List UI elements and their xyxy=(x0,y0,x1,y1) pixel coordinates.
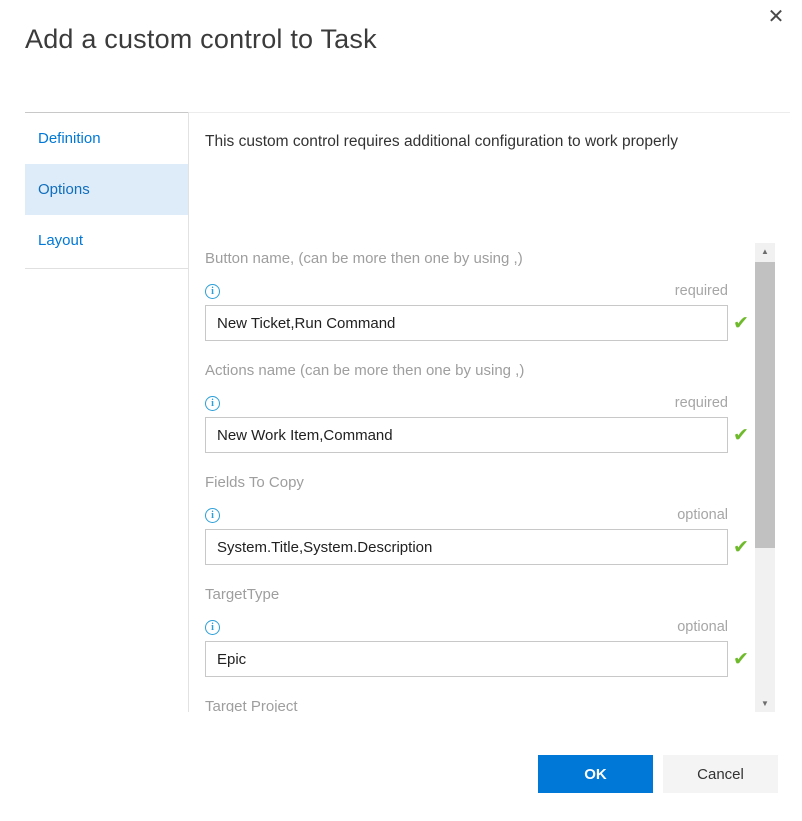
dialog-footer: OK Cancel xyxy=(538,755,778,793)
field-target-type: TargetType i optional ✔ xyxy=(205,586,728,677)
requirement-badge: optional xyxy=(677,507,728,523)
field-label: Fields To Copy xyxy=(205,474,728,490)
info-icon[interactable]: i xyxy=(205,396,220,411)
valid-check-icon: ✔ xyxy=(733,648,749,670)
valid-check-icon: ✔ xyxy=(733,312,749,334)
field-label: Actions name (can be more then one by us… xyxy=(205,362,728,378)
field-label: TargetType xyxy=(205,586,728,602)
tab-definition[interactable]: Definition xyxy=(25,113,188,164)
field-label: Target Project xyxy=(205,698,728,712)
field-input-wrap: ✔ xyxy=(205,641,728,677)
field-label: Button name, (can be more then one by us… xyxy=(205,250,728,266)
sidebar-bottom-divider xyxy=(25,268,188,269)
button-name-input[interactable] xyxy=(205,305,728,341)
ok-button[interactable]: OK xyxy=(538,755,653,793)
valid-check-icon: ✔ xyxy=(733,536,749,558)
configuration-message: This custom control requires additional … xyxy=(205,133,765,151)
requirement-badge: required xyxy=(675,283,728,299)
field-meta-row: i required xyxy=(205,395,728,411)
scroll-up-icon[interactable]: ▲ xyxy=(755,243,775,260)
requirement-badge: required xyxy=(675,395,728,411)
options-form: Button name, (can be more then one by us… xyxy=(205,240,753,712)
field-meta-row: i optional xyxy=(205,507,728,523)
form-scrollbar[interactable]: ▲ ▼ xyxy=(755,243,775,712)
vertical-divider xyxy=(188,112,189,712)
close-icon[interactable]: ✕ xyxy=(764,4,788,28)
field-input-wrap: ✔ xyxy=(205,305,728,341)
cancel-button[interactable]: Cancel xyxy=(663,755,778,793)
field-button-name: Button name, (can be more then one by us… xyxy=(205,250,728,341)
tab-options[interactable]: Options xyxy=(25,164,188,215)
requirement-badge: optional xyxy=(677,619,728,635)
field-target-project: Target Project xyxy=(205,698,728,712)
info-icon[interactable]: i xyxy=(205,508,220,523)
actions-name-input[interactable] xyxy=(205,417,728,453)
target-type-input[interactable] xyxy=(205,641,728,677)
field-actions-name: Actions name (can be more then one by us… xyxy=(205,362,728,453)
dialog-title: Add a custom control to Task xyxy=(25,24,377,55)
tab-sidebar: Definition Options Layout xyxy=(25,113,188,266)
scrollbar-thumb[interactable] xyxy=(755,262,775,548)
content-top-divider xyxy=(188,112,790,113)
info-icon[interactable]: i xyxy=(205,620,220,635)
field-meta-row: i optional xyxy=(205,619,728,635)
field-fields-to-copy: Fields To Copy i optional ✔ xyxy=(205,474,728,565)
valid-check-icon: ✔ xyxy=(733,424,749,446)
scroll-down-icon[interactable]: ▼ xyxy=(755,695,775,712)
field-meta-row: i required xyxy=(205,283,728,299)
fields-to-copy-input[interactable] xyxy=(205,529,728,565)
field-input-wrap: ✔ xyxy=(205,417,728,453)
tab-layout[interactable]: Layout xyxy=(25,215,188,266)
field-input-wrap: ✔ xyxy=(205,529,728,565)
info-icon[interactable]: i xyxy=(205,284,220,299)
